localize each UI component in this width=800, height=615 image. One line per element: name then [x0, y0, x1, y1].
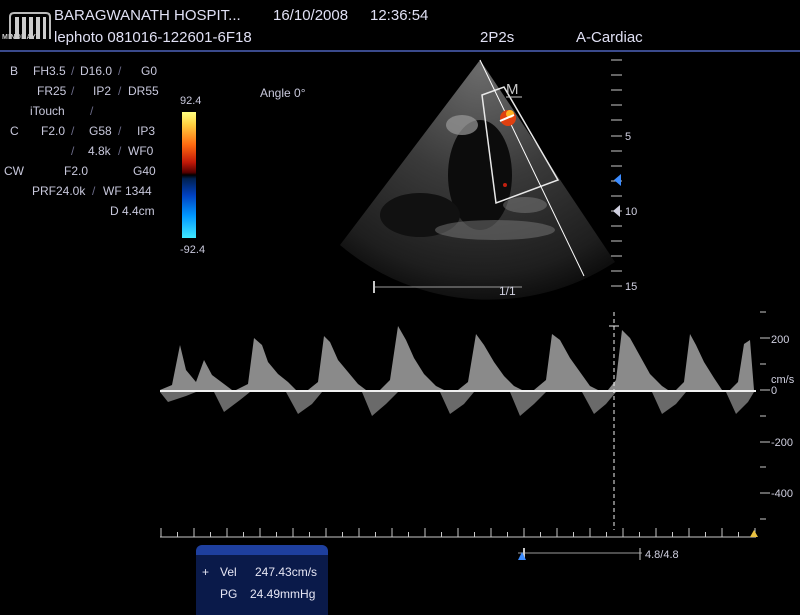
doppler-envelope [160, 326, 754, 390]
cw-frequency: F2.0 [64, 164, 89, 178]
color-image-process: IP3 [137, 124, 156, 138]
b-depth: D16.0 [80, 64, 113, 78]
angle-readout: Angle 0° [260, 86, 306, 100]
color-gain: G58 [89, 124, 112, 138]
brand-name: MINDRAY [2, 34, 37, 41]
probe-name: 2P2s [480, 29, 515, 46]
b-image-process: IP2 [93, 84, 112, 98]
param-separator: / [118, 124, 122, 138]
velocity-label: 200 [771, 334, 789, 346]
cw-depth-marker-icon [613, 205, 620, 217]
velocity-label: -200 [771, 437, 793, 449]
exam-time: 12:36:54 [370, 7, 429, 24]
cw-depth: D 4.4cm [110, 204, 155, 218]
sweep-counter: 4.8/4.8 [645, 549, 679, 561]
color-scale-min: -92.4 [180, 244, 206, 256]
cw-gain: G40 [133, 164, 156, 178]
time-ticks [160, 528, 756, 537]
b-frequency: FH3.5 [33, 64, 66, 78]
focus-marker-icon[interactable] [614, 174, 621, 186]
exam-date: 16/10/2008 [273, 7, 349, 24]
b-dynamic-range: DR55 [128, 84, 159, 98]
color-velocity-bar [182, 112, 196, 238]
hospital-name: BARAGWANATH HOSPIT... [54, 7, 241, 24]
exam-preset: A-Cardiac [576, 29, 643, 46]
color-flow-spot [503, 183, 507, 187]
param-separator: / [71, 124, 75, 138]
param-separator: / [90, 104, 94, 118]
measurement-panel[interactable]: + Vel 247.43cm/s PG 24.49mmHg [196, 545, 328, 615]
velocity-value: 247.43cm/s [255, 565, 318, 579]
param-separator: / [71, 64, 75, 78]
param-separator: / [118, 84, 122, 98]
itouch-label: iTouch [30, 104, 65, 118]
param-separator: / [118, 144, 122, 158]
cw-wall-filter: WF 1344 [103, 184, 152, 198]
velocity-label: Vel [220, 565, 237, 579]
depth-scale: 5 10 15 [611, 59, 637, 293]
depth-label: 5 [625, 131, 631, 143]
doppler-reverse-flow [160, 392, 754, 416]
doppler-spectrum[interactable]: 200 cm/s 0 -200 -400 [0, 300, 800, 550]
velocity-label: -400 [771, 488, 793, 500]
param-separator: / [118, 64, 122, 78]
depth-label: 15 [625, 281, 637, 293]
b-frame-rate: FR25 [37, 84, 67, 98]
sweep-slider[interactable] [514, 546, 644, 562]
b-gain: G0 [141, 64, 158, 78]
velocity-label: 0 [771, 385, 777, 397]
param-separator: / [92, 184, 96, 198]
b-mode-label: B [10, 64, 19, 78]
param-separator: / [71, 84, 75, 98]
color-prf: 4.8k [88, 144, 111, 158]
patient-id: lephoto 081016-122601-6F18 [54, 29, 252, 46]
color-wall-filter: WF0 [128, 144, 154, 158]
bright-tissue [435, 220, 555, 240]
cw-mode-label: CW [4, 164, 24, 178]
color-frequency: F2.0 [41, 124, 66, 138]
m-marker: M [506, 81, 519, 98]
frame-counter: 1/1 [499, 284, 516, 298]
end-marker-icon [750, 530, 758, 537]
bright-tissue [503, 197, 547, 213]
cw-prf: PRF24.0k [32, 184, 86, 198]
color-mode-label: C [10, 124, 19, 138]
color-scale-max: 92.4 [180, 95, 202, 107]
depth-label: 10 [625, 206, 637, 218]
param-separator: / [71, 144, 75, 158]
pressure-gradient-label: PG [220, 587, 238, 601]
sector-image[interactable]: M 1/1 [330, 50, 620, 300]
velocity-cursor-icon: + [202, 565, 210, 579]
bright-tissue [446, 115, 478, 135]
pressure-gradient-value: 24.49mmHg [250, 587, 316, 601]
